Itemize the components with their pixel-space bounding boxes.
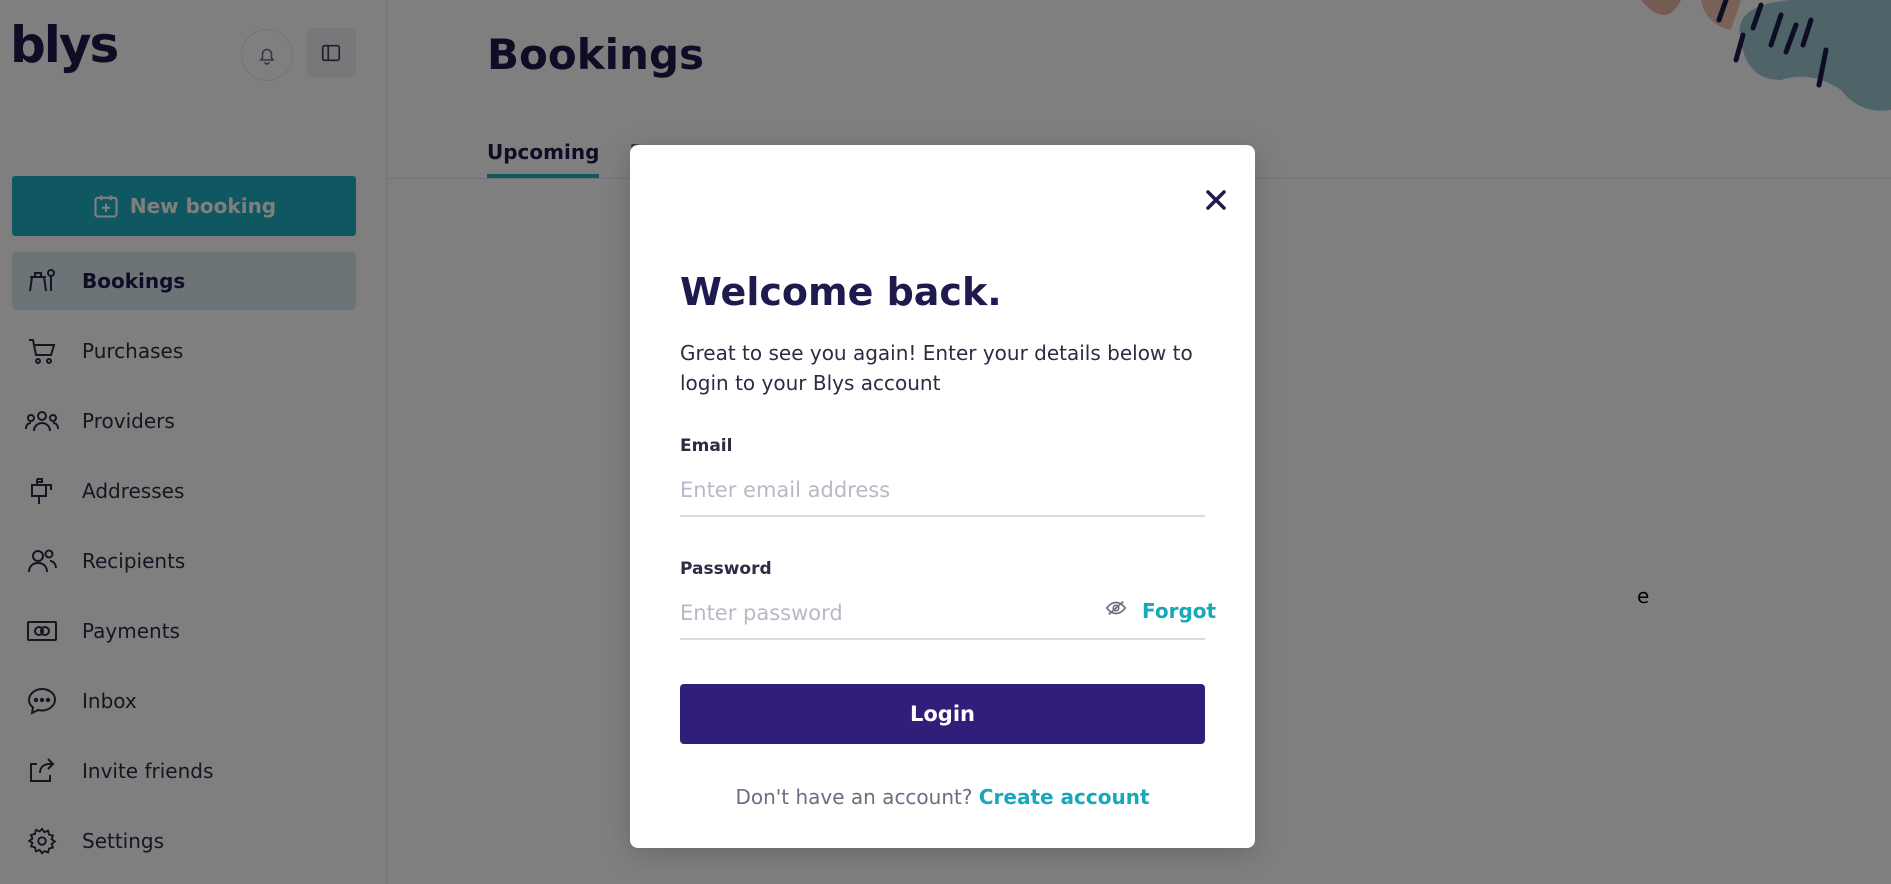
- close-button[interactable]: [1201, 185, 1231, 215]
- eye-off-icon[interactable]: [1105, 597, 1127, 619]
- app: blys New booking Bo: [0, 0, 1891, 884]
- password-label: Password: [680, 559, 772, 579]
- signup-prompt: Don't have an account?: [735, 785, 973, 809]
- close-icon: [1206, 190, 1226, 210]
- signup-prompt-line: Don't have an account? Create account: [630, 785, 1255, 809]
- create-account-link[interactable]: Create account: [979, 785, 1150, 809]
- modal-title: Welcome back.: [680, 270, 1002, 314]
- login-modal: Welcome back. Great to see you again! En…: [630, 145, 1255, 848]
- email-label: Email: [680, 436, 733, 456]
- email-field[interactable]: [680, 465, 1205, 517]
- forgot-password-link[interactable]: Forgot: [1142, 599, 1216, 623]
- modal-subtitle: Great to see you again! Enter your detai…: [680, 341, 1193, 395]
- login-button[interactable]: Login: [680, 684, 1205, 744]
